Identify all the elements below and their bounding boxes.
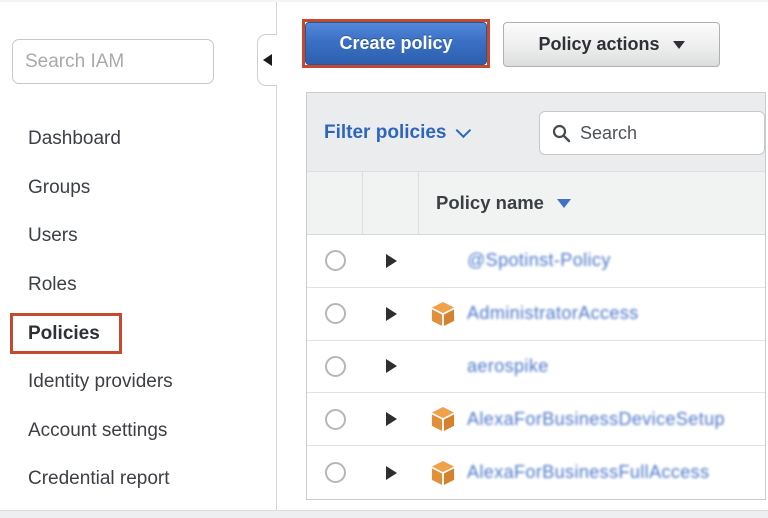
- policy-name-link[interactable]: AdministratorAccess: [467, 303, 639, 324]
- filter-policies-label: Filter policies: [324, 122, 446, 144]
- policy-search-input[interactable]: [580, 123, 752, 144]
- page-bottom-edge: [0, 510, 768, 518]
- sort-desc-icon: [557, 199, 571, 208]
- expand-row-icon[interactable]: [386, 307, 397, 321]
- row-radio-button[interactable]: [325, 303, 346, 324]
- select-column-header: [307, 172, 363, 234]
- table-header: Policy name: [307, 172, 765, 235]
- create-policy-highlight-annotation: Create policy: [302, 19, 490, 68]
- filter-policies-dropdown[interactable]: Filter policies: [324, 93, 471, 172]
- aws-managed-policy-icon: [431, 460, 455, 486]
- search-iam-input[interactable]: [12, 39, 214, 84]
- sidebar-item-policies[interactable]: Policies: [28, 309, 173, 358]
- sidebar-item-account-settings[interactable]: Account settings: [28, 407, 173, 456]
- collapse-left-icon: [263, 54, 272, 66]
- policies-panel: Filter policies Policy name: [306, 92, 766, 500]
- aws-managed-policy-icon: [431, 406, 455, 432]
- row-radio-button[interactable]: [325, 409, 346, 430]
- row-radio-button[interactable]: [325, 462, 346, 483]
- sidebar-item-credential-report[interactable]: Credential report: [28, 455, 173, 504]
- sidebar-item-dashboard[interactable]: Dashboard: [28, 115, 173, 164]
- create-policy-button[interactable]: Create policy: [305, 22, 487, 65]
- table-row: aerospike: [307, 341, 765, 394]
- policy-actions-button[interactable]: Policy actions: [503, 22, 720, 67]
- chevron-down-icon: [456, 123, 472, 139]
- sidebar-nav: Dashboard Groups Users Roles Policies Id…: [28, 115, 173, 504]
- table-row: AlexaForBusinessFullAccess: [307, 446, 765, 499]
- table-row: AlexaForBusinessDeviceSetup: [307, 393, 765, 446]
- aws-managed-policy-icon: [431, 301, 455, 327]
- policy-name-link[interactable]: AlexaForBusinessFullAccess: [467, 462, 709, 483]
- sidebar-item-identity-providers[interactable]: Identity providers: [28, 358, 173, 407]
- table-row: @Spotinst-Policy: [307, 235, 765, 288]
- iam-policies-page: Dashboard Groups Users Roles Policies Id…: [0, 0, 768, 518]
- policy-name-header-label: Policy name: [436, 192, 544, 214]
- sidebar-collapse-handle[interactable]: [257, 34, 277, 86]
- search-icon: [552, 124, 571, 143]
- policy-name-link[interactable]: AlexaForBusinessDeviceSetup: [467, 409, 725, 430]
- expand-row-icon[interactable]: [386, 412, 397, 426]
- policy-name-link[interactable]: aerospike: [467, 356, 549, 377]
- policy-actions-label: Policy actions: [538, 34, 659, 55]
- filter-bar: Filter policies: [307, 93, 765, 172]
- policy-name-column-header[interactable]: Policy name: [419, 172, 765, 234]
- sidebar-item-users[interactable]: Users: [28, 212, 173, 261]
- row-radio-button[interactable]: [325, 356, 346, 377]
- sidebar: Dashboard Groups Users Roles Policies Id…: [0, 2, 277, 510]
- expand-row-icon[interactable]: [386, 466, 397, 480]
- row-radio-button[interactable]: [325, 250, 346, 271]
- chevron-down-icon: [673, 41, 685, 49]
- table-row: AdministratorAccess: [307, 288, 765, 341]
- policy-search-box: [539, 111, 765, 155]
- policy-name-link[interactable]: @Spotinst-Policy: [467, 250, 611, 271]
- sidebar-item-roles[interactable]: Roles: [28, 261, 173, 310]
- expand-row-icon[interactable]: [386, 359, 397, 373]
- expand-row-icon[interactable]: [386, 254, 397, 268]
- expand-column-header: [363, 172, 419, 234]
- sidebar-item-groups[interactable]: Groups: [28, 164, 173, 213]
